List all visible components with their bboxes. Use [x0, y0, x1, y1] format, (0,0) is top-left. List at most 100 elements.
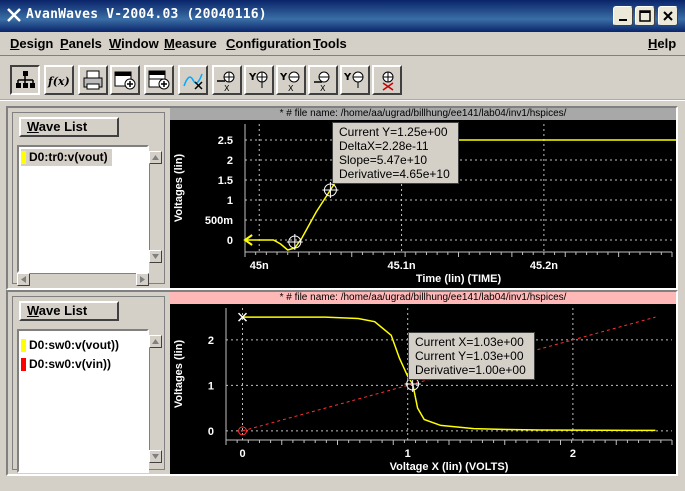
add-panels-button[interactable]	[144, 65, 174, 95]
bottom-plot-canvas[interactable]: 0 1 2 0 1 2 Voltage X (lin) (VOLTS) Voltages (l…	[170, 304, 676, 474]
scroll-left-arrow[interactable]	[17, 273, 30, 286]
svg-text:X: X	[288, 84, 294, 92]
scroll-down-arrow[interactable]	[149, 250, 162, 263]
menu-bar: Design Panels Window Measure Configurati…	[0, 32, 685, 56]
scroll-up-arrow[interactable]	[149, 335, 162, 348]
minimize-button[interactable]	[613, 6, 633, 26]
x-tick-label: 45n	[250, 260, 269, 272]
x-axis-label: Time (lin) (TIME)	[416, 273, 502, 285]
wave-item-vin[interactable]: D0:sw0:v(vin))	[21, 356, 111, 373]
delete-waves-icon	[183, 73, 203, 90]
print-button[interactable]	[78, 65, 108, 95]
triangle-up-icon	[152, 155, 159, 160]
wave-listbox[interactable]: D0:tr0:v(vout)	[17, 145, 149, 273]
scroll-up-arrow[interactable]	[149, 151, 162, 164]
close-button[interactable]	[658, 6, 678, 26]
svg-text:f(x): f(x)	[47, 75, 70, 88]
delta-y-button[interactable]: Y	[340, 65, 370, 95]
y-axis-label: Voltages (lin)	[173, 154, 185, 223]
menu-measure[interactable]: Measure	[164, 36, 217, 51]
measure-xy-button[interactable]: YX	[276, 65, 306, 95]
app-icon	[7, 8, 21, 22]
triangle-down-icon	[152, 254, 159, 259]
add-panel-button[interactable]	[110, 65, 140, 95]
x-tick-label: 2	[570, 448, 576, 460]
wave-color-swatch	[21, 358, 26, 371]
wave-label: D0:sw0:v(vin))	[29, 357, 112, 371]
tooltip-line: Derivative=1.00e+00	[415, 363, 526, 377]
function-button[interactable]: f(x)	[44, 65, 74, 95]
top-plot-area[interactable]: * # file name: /home/aa/ugrad/billhung/e…	[170, 108, 676, 288]
window-title: AvanWaves V-2004.03 (20040116)	[26, 7, 267, 22]
measure-x-icon: X	[217, 71, 235, 92]
tooltip-line: Derivative=4.65e+10	[339, 167, 450, 181]
triangle-down-icon	[152, 454, 159, 459]
wave-item-vout[interactable]: D0:sw0:v(vout))	[21, 337, 119, 354]
y-tick-label: 1	[208, 380, 214, 392]
delta-x-icon: X	[314, 71, 330, 92]
x-tick-label: 0	[239, 448, 245, 460]
clear-measure-button[interactable]	[372, 65, 402, 95]
measure-y-button[interactable]: Y	[244, 65, 274, 95]
wave-list-vscroll[interactable]	[149, 335, 162, 463]
file-name-header: * # file name: /home/aa/ugrad/billhung/e…	[170, 292, 676, 304]
menu-configuration[interactable]: Configuration	[226, 36, 311, 51]
tooltip-line: Current X=1.03e+00	[415, 335, 524, 349]
wave-list-button[interactable]: Wave List	[19, 117, 119, 137]
x-tick-label: 45.2n	[530, 260, 558, 272]
wave-list-button[interactable]: Wave List	[19, 301, 119, 321]
y-tick-label: 2	[208, 335, 214, 347]
cursor-crosshair	[286, 234, 303, 250]
menu-tools[interactable]: Tools	[313, 36, 347, 51]
maximize-button[interactable]	[635, 6, 655, 26]
title-bar: AvanWaves V-2004.03 (20040116)	[0, 0, 685, 32]
triangle-right-icon	[140, 276, 145, 283]
y-tick-label: 0	[227, 235, 233, 247]
menu-design[interactable]: Design	[10, 36, 53, 51]
maximize-icon	[639, 10, 651, 22]
cursor-crosshair	[322, 182, 339, 198]
delete-waves-button[interactable]	[178, 65, 208, 95]
y-tick-label: 2	[227, 155, 233, 167]
x-tick-label: 1	[405, 448, 411, 460]
add-panels-icon	[148, 70, 170, 90]
y-axis-label: Voltages (lin)	[173, 340, 185, 409]
y-tick-label: 2.5	[218, 135, 233, 147]
measure-tooltip: Current X=1.03e+00 Current Y=1.03e+00 De…	[408, 332, 535, 380]
add-panel-icon	[114, 71, 136, 90]
x-tick-label: 45.1n	[387, 260, 415, 272]
svg-text:Y: Y	[248, 72, 257, 83]
menu-window[interactable]: Window	[109, 36, 159, 51]
bottom-plot-area[interactable]: * # file name: /home/aa/ugrad/billhung/e…	[170, 292, 676, 474]
svg-text:X: X	[320, 84, 326, 92]
bottom-panel: Wave List D0:sw0:v(vout)) D0:sw0:v(vin))…	[6, 290, 678, 476]
delta-x-button[interactable]: X	[308, 65, 338, 95]
menu-panels[interactable]: Panels	[60, 36, 102, 51]
scroll-right-arrow[interactable]	[136, 273, 149, 286]
svg-text:X: X	[224, 84, 230, 92]
wave-listbox[interactable]: D0:sw0:v(vout)) D0:sw0:v(vin))	[17, 329, 149, 473]
toolbar: f(x) X Y YX X Y	[0, 57, 685, 101]
y-tick-label: 0	[208, 426, 214, 438]
y-tick-label: 1	[227, 195, 233, 207]
y-tick-label: 500m	[205, 215, 233, 227]
scroll-down-arrow[interactable]	[149, 450, 162, 463]
tooltip-line: Current Y=1.03e+00	[415, 349, 524, 363]
tooltip-line: Slope=5.47e+10	[339, 153, 428, 167]
wave-label: D0:sw0:v(vout))	[29, 338, 120, 352]
hierarchy-button[interactable]	[10, 65, 40, 95]
x-axis-label: Voltage X (lin) (VOLTS)	[390, 461, 509, 473]
wave-list-hscroll[interactable]	[17, 273, 149, 286]
minimize-icon	[619, 19, 627, 21]
triangle-left-icon	[21, 276, 26, 283]
top-panel: Wave List D0:tr0:v(vout) * # file name: …	[6, 106, 678, 290]
wave-list-vscroll[interactable]	[149, 151, 162, 263]
print-icon	[83, 70, 103, 90]
menu-help[interactable]: Help	[648, 36, 676, 51]
triangle-up-icon	[152, 339, 159, 344]
measure-x-button[interactable]: X	[212, 65, 242, 95]
tooltip-line: Current Y=1.25e+00	[339, 125, 448, 139]
wave-item-vout[interactable]: D0:tr0:v(vout)	[21, 149, 112, 166]
wave-list-area: Wave List D0:sw0:v(vout)) D0:sw0:v(vin))	[12, 296, 165, 473]
wave-list-area: Wave List D0:tr0:v(vout)	[12, 112, 165, 286]
